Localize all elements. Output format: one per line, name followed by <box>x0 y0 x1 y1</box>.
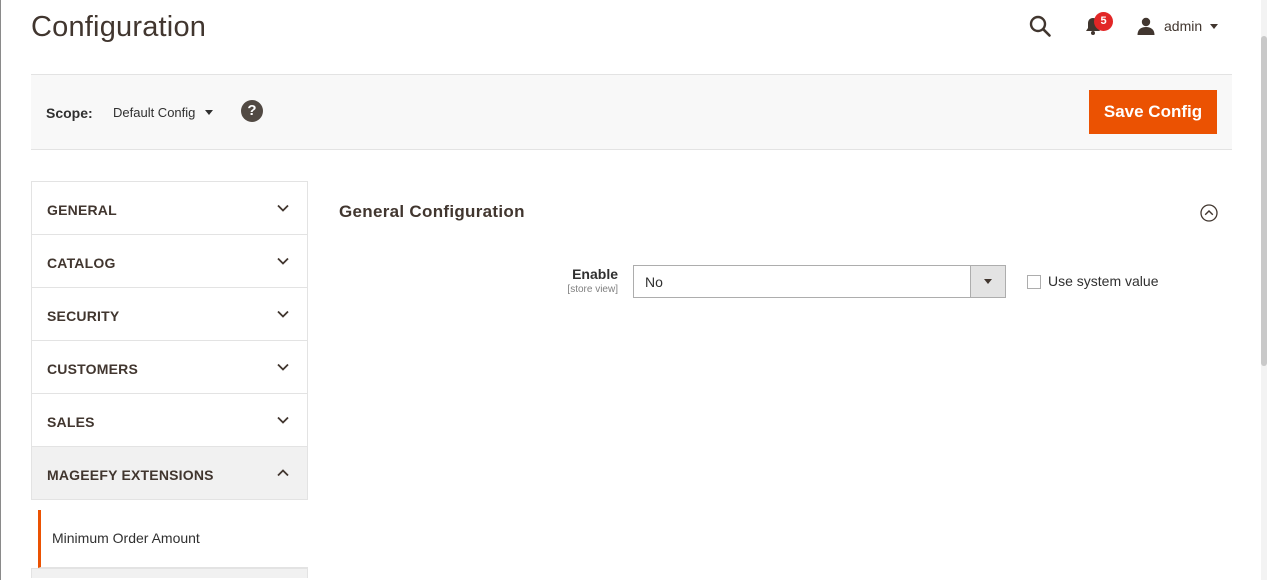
sidebar-item-catalog[interactable]: CATALOG <box>31 234 308 287</box>
chevron-down-icon <box>277 257 289 265</box>
sidebar-item-general[interactable]: GENERAL <box>31 181 308 234</box>
section-title[interactable]: General Configuration <box>339 202 525 222</box>
sidebar-item-label: SECURITY <box>47 308 120 324</box>
caret-down-icon <box>1210 23 1219 29</box>
scope-value: Default Config <box>113 105 196 120</box>
user-menu[interactable]: admin <box>1136 14 1219 38</box>
sidebar-item-label: MAGEEFY EXTENSIONS <box>47 467 214 483</box>
sidebar-next-item <box>31 568 308 578</box>
chevron-down-icon <box>277 204 289 212</box>
select-dropdown-button[interactable] <box>970 266 1005 297</box>
sidebar-subitem-minimum-order-amount[interactable]: Minimum Order Amount <box>38 510 308 568</box>
sidebar-item-label: SALES <box>47 414 95 430</box>
sidebar-item-customers[interactable]: CUSTOMERS <box>31 340 308 393</box>
sidebar-item-mageefy-extensions[interactable]: MAGEEFY EXTENSIONS <box>31 446 308 500</box>
notification-badge[interactable]: 5 <box>1094 12 1113 31</box>
collapse-circle-icon[interactable] <box>1200 204 1218 222</box>
sidebar-item-label: CATALOG <box>47 255 116 271</box>
window-left-edge <box>0 0 1 580</box>
chevron-up-icon <box>277 469 289 477</box>
caret-down-icon <box>984 279 992 284</box>
sidebar-subitem-label: Minimum Order Amount <box>52 530 200 546</box>
use-system-value-checkbox[interactable] <box>1027 275 1041 289</box>
chevron-down-icon <box>277 310 289 318</box>
user-name: admin <box>1164 18 1203 34</box>
scope-label: Scope: <box>46 105 93 121</box>
enable-field-label: Enable <box>572 266 618 282</box>
save-config-button[interactable]: Save Config <box>1089 90 1217 134</box>
chevron-down-icon <box>277 416 289 424</box>
enable-select[interactable]: No <box>633 265 1006 298</box>
enable-field-scope: [store view] <box>567 284 618 295</box>
use-system-value-label[interactable]: Use system value <box>1048 273 1158 289</box>
help-icon[interactable]: ? <box>241 100 263 122</box>
sidebar-item-label: CUSTOMERS <box>47 361 138 377</box>
search-icon[interactable] <box>1028 14 1052 38</box>
scrollbar-thumb[interactable] <box>1261 36 1267 366</box>
sidebar-item-security[interactable]: SECURITY <box>31 287 308 340</box>
chevron-down-icon <box>277 363 289 371</box>
scope-switcher[interactable]: Default Config <box>113 105 214 120</box>
enable-select-value: No <box>645 274 663 290</box>
scope-bar: Scope: Default Config ? Save Config <box>31 74 1232 150</box>
sidebar-item-label: GENERAL <box>47 202 117 218</box>
user-icon <box>1137 17 1155 35</box>
sidebar-item-sales[interactable]: SALES <box>31 393 308 446</box>
config-sidebar: GENERAL CATALOG SECURITY CUSTOMERS SALES… <box>31 181 308 578</box>
caret-down-icon <box>205 110 214 115</box>
page-title: Configuration <box>31 11 207 43</box>
